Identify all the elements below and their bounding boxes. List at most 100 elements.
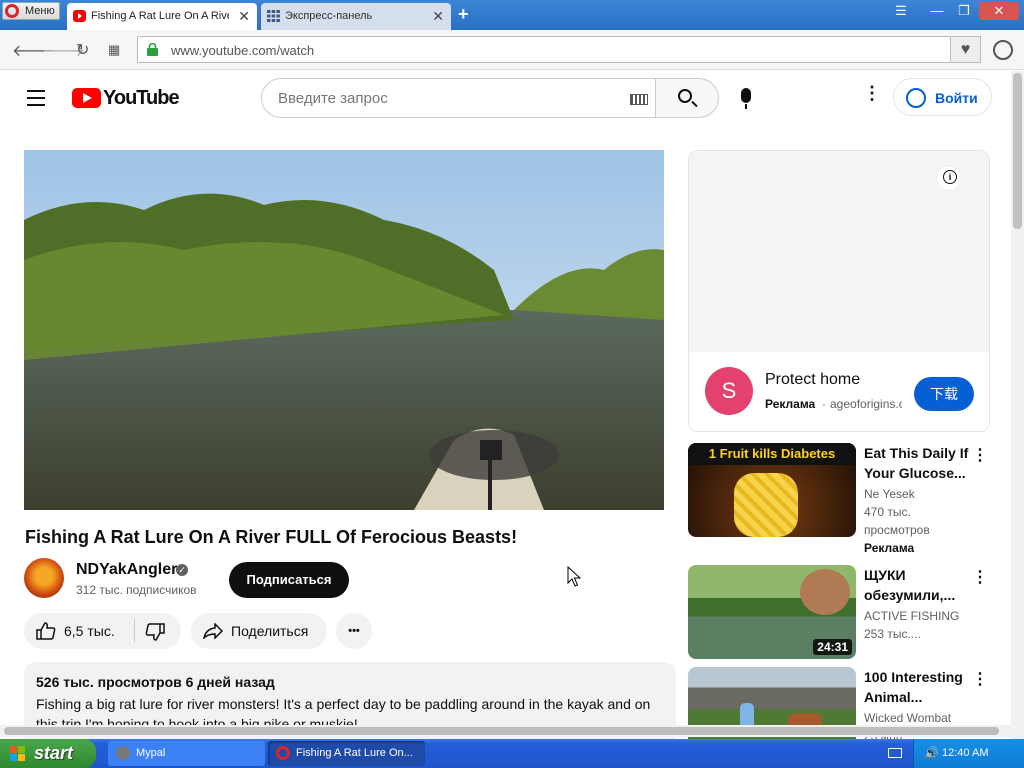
- channel-avatar[interactable]: [24, 558, 64, 598]
- opera-menu-button[interactable]: Меню: [2, 2, 60, 20]
- tab-menu-icon[interactable]: ☰: [889, 2, 913, 20]
- recommendation-channel[interactable]: ACTIVE FISHING: [864, 607, 959, 625]
- close-tab-icon[interactable]: ✕: [432, 8, 444, 25]
- opera-icon: [276, 746, 290, 760]
- video-thumbnail[interactable]: 1 Fruit kills Diabetes: [688, 443, 856, 537]
- scrollbar-thumb[interactable]: [4, 727, 999, 735]
- thumb-caption: 1 Fruit kills Diabetes: [688, 443, 856, 465]
- recommendation-meta: 470 тыс. просмотров: [864, 505, 930, 537]
- more-options-kebab-icon[interactable]: ⋮: [972, 445, 988, 465]
- verified-check-icon: ✓: [176, 564, 188, 576]
- close-tab-icon[interactable]: ✕: [238, 8, 250, 25]
- signin-button[interactable]: Войти: [893, 78, 992, 116]
- video-frame-river: [24, 150, 664, 510]
- settings-kebab-icon[interactable]: ⋮: [863, 84, 881, 102]
- speed-dial-icon[interactable]: ▦: [108, 42, 120, 58]
- ad-domain: ageoforigins.c: [830, 397, 902, 411]
- windows-flag-icon: [10, 746, 25, 761]
- bookmark-heart-icon[interactable]: ♥: [951, 36, 981, 63]
- tab-title: Экспресс-панель: [285, 10, 373, 22]
- ad-badge: Реклама: [864, 541, 915, 555]
- start-label: start: [34, 743, 74, 763]
- recommendation-item[interactable]: 24:31 ЩУКИ обезумили,... ACTIVE FISHING …: [688, 565, 992, 661]
- taskbar-item-opera[interactable]: Fishing A Rat Lure On...: [268, 741, 425, 766]
- search-icon: [678, 89, 692, 103]
- tab-express-panel[interactable]: Экспресс-панель ✕: [261, 3, 451, 30]
- recommendation-channel[interactable]: Ne Yesek: [864, 485, 915, 503]
- recommendation-title[interactable]: 100 Interesting Animal...: [864, 667, 970, 707]
- tab-youtube[interactable]: Fishing A Rat Lure On A River FULL Of Fe…: [67, 3, 257, 30]
- pineapple-image: [734, 473, 798, 537]
- recommendation-title[interactable]: ЩУКИ обезумили,...: [864, 565, 970, 605]
- search-input[interactable]: Введите запрос: [261, 78, 656, 118]
- vertical-scrollbar[interactable]: [1011, 71, 1024, 739]
- signin-label: Войти: [935, 90, 978, 106]
- subscriber-count: 312 тыс. подписчиков: [76, 583, 197, 597]
- keyboard-icon[interactable]: [630, 94, 648, 105]
- views-and-date: 526 тыс. просмотров 6 дней назад: [36, 674, 275, 690]
- recommendation-item[interactable]: 1 Fruit kills Diabetes Eat This Daily If…: [688, 443, 992, 555]
- opera-logo-icon: [5, 4, 19, 18]
- share-button[interactable]: Поделиться: [191, 613, 327, 649]
- system-tray: 🔊 12:40 AM: [913, 739, 1024, 768]
- menu-label: Меню: [25, 5, 55, 17]
- grid-icon: [267, 10, 280, 22]
- account-icon[interactable]: [993, 40, 1013, 60]
- microphone-icon[interactable]: [741, 88, 751, 109]
- like-dislike-group: 6,5 тыс.: [24, 613, 181, 649]
- hand-image: [800, 569, 850, 615]
- share-icon: [203, 623, 223, 639]
- video-player[interactable]: [24, 150, 664, 510]
- task-label: Mypal: [136, 747, 166, 759]
- ad-download-button[interactable]: 下载: [914, 377, 974, 411]
- mypal-icon: [116, 746, 130, 760]
- thumbs-up-icon[interactable]: [36, 622, 56, 640]
- more-actions-button[interactable]: •••: [336, 613, 372, 649]
- video-duration: 24:31: [813, 639, 852, 655]
- ad-title[interactable]: Protect home: [765, 371, 860, 389]
- horizontal-scrollbar[interactable]: [0, 725, 1011, 737]
- youtube-favicon-icon: [73, 10, 86, 22]
- like-count[interactable]: 6,5 тыс.: [64, 623, 115, 639]
- url-field[interactable]: www.youtube.com/watch: [137, 36, 951, 63]
- recommendation-meta: 253 тыс....: [864, 627, 921, 641]
- search-button[interactable]: [656, 78, 719, 118]
- mouse-cursor-icon: [567, 566, 581, 587]
- volume-icon[interactable]: 🔊: [924, 746, 939, 760]
- video-thumbnail[interactable]: 24:31: [688, 565, 856, 659]
- url-text: www.youtube.com/watch: [171, 43, 315, 58]
- ad-card[interactable]: i S Protect home Реклама · ageoforigins.…: [688, 150, 990, 432]
- recommendation-title[interactable]: Eat This Daily If Your Glucose...: [864, 443, 970, 483]
- ad-avatar[interactable]: S: [705, 367, 753, 415]
- video-title: Fishing A Rat Lure On A River FULL Of Fe…: [25, 527, 518, 547]
- reload-icon[interactable]: ↻: [76, 40, 89, 60]
- more-options-kebab-icon[interactable]: ⋮: [972, 669, 988, 689]
- taskbar-item-mypal[interactable]: Mypal: [108, 741, 265, 766]
- lock-icon: [147, 43, 158, 56]
- minimize-button[interactable]: —: [925, 2, 949, 20]
- divider: [134, 619, 135, 643]
- address-bar-row: 🡐 🡒 ↻ ▦ www.youtube.com/watch ♥: [0, 30, 1024, 70]
- keyboard-layout-icon[interactable]: [888, 748, 902, 758]
- scrollbar-thumb[interactable]: [1013, 73, 1022, 229]
- start-button[interactable]: start: [0, 739, 96, 768]
- more-options-kebab-icon[interactable]: ⋮: [972, 567, 988, 587]
- windows-taskbar: start Mypal Fishing A Rat Lure On... 🔊 1…: [0, 739, 1024, 768]
- browser-tab-strip: Меню Fishing A Rat Lure On A River FULL …: [0, 0, 1024, 30]
- info-icon: i: [943, 170, 957, 184]
- user-circle-icon: [906, 88, 926, 108]
- ad-info-button[interactable]: i: [936, 165, 962, 191]
- thumbs-down-icon[interactable]: [145, 623, 165, 641]
- close-window-button[interactable]: ✕: [979, 2, 1019, 20]
- hamburger-menu-icon[interactable]: [27, 90, 45, 111]
- clock: 12:40 AM: [942, 747, 989, 759]
- maximize-button[interactable]: ❐: [952, 2, 976, 20]
- new-tab-button[interactable]: +: [458, 4, 469, 25]
- youtube-play-icon: [72, 88, 101, 108]
- subscribe-button[interactable]: Подписаться: [229, 562, 349, 598]
- channel-name[interactable]: NDYakAngler: [76, 561, 177, 579]
- youtube-page: YouTube Введите запрос ⋮ Войти Fishing A…: [0, 71, 1024, 739]
- dot-separator: ·: [822, 397, 826, 411]
- task-label: Fishing A Rat Lure On...: [296, 747, 413, 759]
- tab-title: Fishing A Rat Lure On A River FULL Of Fe…: [91, 10, 229, 22]
